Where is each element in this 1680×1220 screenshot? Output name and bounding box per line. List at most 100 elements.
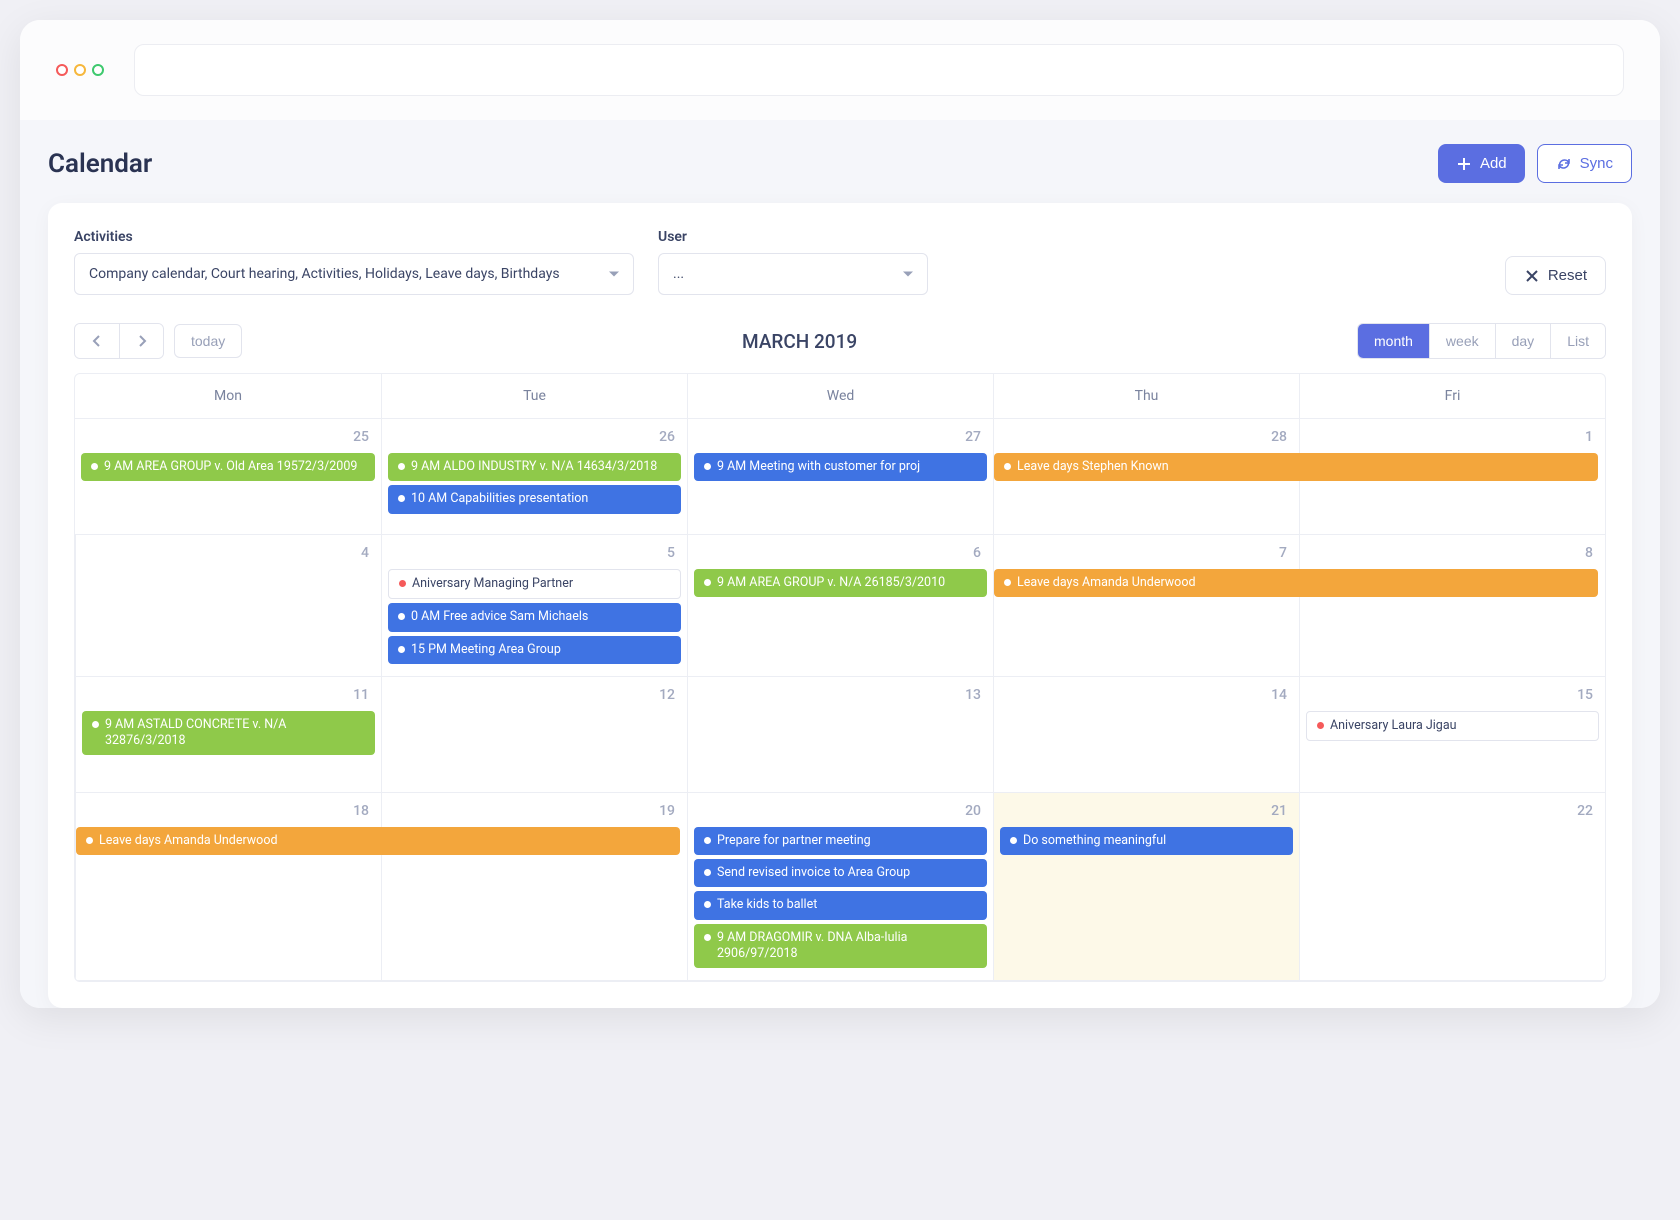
calendar-cell[interactable]: 15 Aniversary Laura Jigau <box>1299 677 1605 793</box>
calendar-cell[interactable]: 119 AM ASTALD CONCRETE v. N/A 32876/3/20… <box>75 677 381 793</box>
prev-button[interactable] <box>75 324 119 358</box>
day-number: 1 <box>1306 425 1599 453</box>
calendar-event[interactable]: 9 AM Meeting with customer for proj <box>694 453 987 481</box>
calendar-day-header: Wed <box>687 374 993 419</box>
nav-arrows <box>74 323 164 359</box>
event-dot-icon <box>1317 722 1324 729</box>
calendar-event[interactable]: Do something meaningful <box>1000 827 1293 855</box>
calendar-cell[interactable]: 4 <box>75 535 381 677</box>
calendar-event[interactable]: Leave days Stephen Known <box>994 453 1598 481</box>
event-dot-icon <box>91 463 98 470</box>
page-content: Calendar Add Sync Activities Company cal… <box>20 120 1660 1008</box>
view-month[interactable]: month <box>1358 324 1429 358</box>
calendar-event[interactable]: Leave days Amanda Underwood <box>994 569 1598 597</box>
plus-icon <box>1456 156 1472 172</box>
calendar-cell[interactable]: 28Leave days Stephen Known <box>993 419 1299 535</box>
activities-select[interactable]: Company calendar, Court hearing, Activit… <box>74 253 634 295</box>
maximize-window-icon[interactable] <box>92 64 104 76</box>
day-number: 22 <box>1306 799 1599 827</box>
event-label: 9 AM ASTALD CONCRETE v. N/A 32876/3/2018 <box>105 717 365 750</box>
calendar-cell[interactable]: 8 <box>1299 535 1605 677</box>
next-button[interactable] <box>119 324 163 358</box>
calendar-event[interactable]: 9 AM ASTALD CONCRETE v. N/A 32876/3/2018 <box>82 711 375 756</box>
calendar-toolbar: today MARCH 2019 month week day List <box>74 323 1606 359</box>
calendar-cell[interactable]: 20Prepare for partner meeting Send revise… <box>687 793 993 981</box>
calendar-cell[interactable]: 259 AM AREA GROUP v. Old Area 19572/3/20… <box>75 419 381 535</box>
calendar-cell[interactable]: 19 <box>381 793 687 981</box>
calendar-event[interactable]: Prepare for partner meeting <box>694 827 987 855</box>
calendar-cell[interactable]: 6 9 AM AREA GROUP v. N/A 26185/3/2010 <box>687 535 993 677</box>
calendar-event[interactable]: 9 AM AREA GROUP v. N/A 26185/3/2010 <box>694 569 987 597</box>
calendar-cell[interactable]: 21 Do something meaningful <box>993 793 1299 981</box>
calendar-cell[interactable]: 18Leave days Amanda Underwood <box>75 793 381 981</box>
view-week[interactable]: week <box>1429 324 1495 358</box>
event-dot-icon <box>704 463 711 470</box>
event-label: Do something meaningful <box>1023 833 1166 849</box>
view-switch: month week day List <box>1357 323 1606 359</box>
event-dot-icon <box>704 837 711 844</box>
calendar-grid: MonTueWedThuFri 259 AM AREA GROUP v. Old… <box>74 373 1606 982</box>
calendar-event[interactable]: 0 AM Free advice Sam Michaels <box>388 603 681 631</box>
close-window-icon[interactable] <box>56 64 68 76</box>
day-number: 4 <box>82 541 375 569</box>
calendar-event[interactable]: Send revised invoice to Area Group <box>694 859 987 887</box>
sync-button[interactable]: Sync <box>1537 144 1632 183</box>
calendar-cell[interactable]: 7Leave days Amanda Underwood <box>993 535 1299 677</box>
event-dot-icon <box>704 901 711 908</box>
sync-button-label: Sync <box>1580 155 1613 172</box>
event-dot-icon <box>704 579 711 586</box>
calendar-event[interactable]: Leave days Amanda Underwood <box>76 827 680 855</box>
calendar-event[interactable]: 9 AM DRAGOMIR v. DNA Alba-Iulia 2906/97/… <box>694 924 987 969</box>
calendar-day-header: Mon <box>75 374 381 419</box>
calendar-title: MARCH 2019 <box>742 330 857 353</box>
view-list[interactable]: List <box>1550 324 1605 358</box>
calendar-cell[interactable]: 269 AM ALDO INDUSTRY v. N/A 14634/3/2018… <box>381 419 687 535</box>
today-button[interactable]: today <box>174 324 242 358</box>
event-dot-icon <box>1004 463 1011 470</box>
calendar-event[interactable]: Aniversary Managing Partner <box>388 569 681 599</box>
chevron-right-icon <box>137 335 147 347</box>
calendar-event[interactable]: Take kids to ballet <box>694 891 987 919</box>
calendar-event[interactable]: 10 AM Capabilities presentation <box>388 485 681 513</box>
day-number: 14 <box>1000 683 1293 711</box>
day-number: 21 <box>1000 799 1293 827</box>
calendar-event[interactable]: 9 AM ALDO INDUSTRY v. N/A 14634/3/2018 <box>388 453 681 481</box>
add-button-label: Add <box>1480 155 1507 172</box>
event-label: Send revised invoice to Area Group <box>717 865 910 881</box>
calendar-cell[interactable]: 279 AM Meeting with customer for proj <box>687 419 993 535</box>
calendar-event[interactable]: 9 AM AREA GROUP v. Old Area 19572/3/2009 <box>81 453 375 481</box>
user-select[interactable]: ... <box>658 253 928 295</box>
event-label: Aniversary Laura Jigau <box>1330 718 1457 734</box>
header-actions: Add Sync <box>1438 144 1632 183</box>
page-title: Calendar <box>48 149 152 179</box>
calendar-day-header: Fri <box>1299 374 1605 419</box>
calendar-cell[interactable]: 22 <box>1299 793 1605 981</box>
close-icon <box>1524 268 1540 284</box>
calendar-cell[interactable]: 5Aniversary Managing Partner0 AM Free ad… <box>381 535 687 677</box>
view-day[interactable]: day <box>1495 324 1551 358</box>
calendar-cell[interactable]: 12 <box>381 677 687 793</box>
day-number: 15 <box>1306 683 1599 711</box>
reset-label: Reset <box>1548 267 1587 284</box>
sync-icon <box>1556 156 1572 172</box>
window-controls <box>56 64 104 76</box>
page-header: Calendar Add Sync <box>48 144 1632 183</box>
day-number: 8 <box>1306 541 1599 569</box>
filters-row: Activities Company calendar, Court heari… <box>74 229 1606 295</box>
calendar-cell[interactable]: 14 <box>993 677 1299 793</box>
event-label: 9 AM AREA GROUP v. Old Area 19572/3/2009 <box>104 459 357 475</box>
event-dot-icon <box>398 613 405 620</box>
day-number: 6 <box>694 541 987 569</box>
add-button[interactable]: Add <box>1438 144 1525 183</box>
reset-button[interactable]: Reset <box>1505 256 1606 295</box>
calendar-event[interactable]: 15 PM Meeting Area Group <box>388 636 681 664</box>
minimize-window-icon[interactable] <box>74 64 86 76</box>
event-label: 9 AM AREA GROUP v. N/A 26185/3/2010 <box>717 575 945 591</box>
url-bar[interactable] <box>134 44 1624 96</box>
calendar-event[interactable]: Aniversary Laura Jigau <box>1306 711 1599 741</box>
calendar-cell[interactable]: 13 <box>687 677 993 793</box>
day-number: 20 <box>694 799 987 827</box>
event-label: 9 AM DRAGOMIR v. DNA Alba-Iulia 2906/97/… <box>717 930 977 963</box>
user-value: ... <box>673 266 684 282</box>
activities-value: Company calendar, Court hearing, Activit… <box>89 266 560 282</box>
